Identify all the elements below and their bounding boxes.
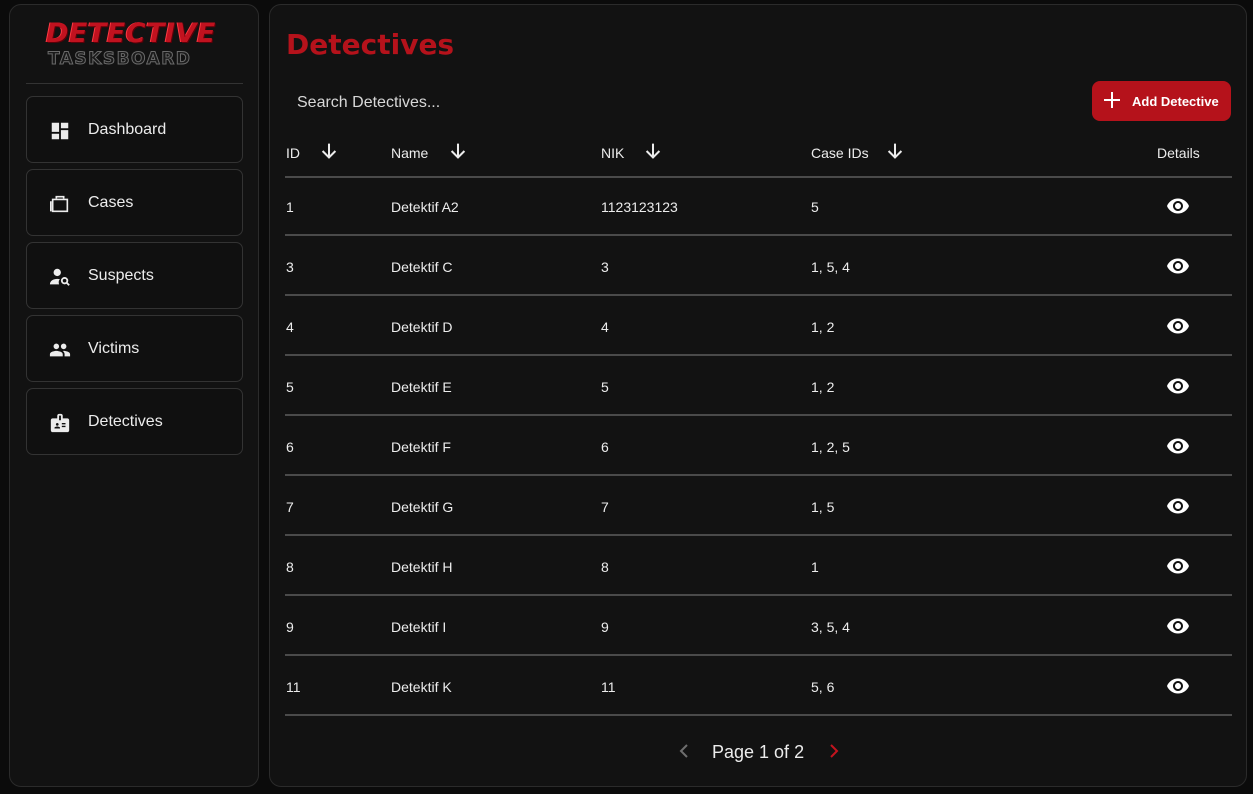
search-input[interactable] [286, 85, 986, 121]
cell-case-ids: 5, 6 [811, 679, 835, 695]
sort-arrow-down-icon[interactable] [884, 140, 906, 162]
badge-icon [50, 413, 70, 433]
pagination-next-icon[interactable] [824, 741, 844, 761]
cell-nik: 6 [601, 439, 609, 455]
cell-id: 5 [286, 379, 294, 395]
sort-arrow-down-icon[interactable] [642, 140, 664, 162]
sidebar-item-dashboard[interactable]: Dashboard [26, 96, 243, 163]
cell-nik: 9 [601, 619, 609, 635]
column-header-name: Name [391, 145, 429, 161]
cell-case-ids: 1, 2, 5 [811, 439, 850, 455]
main-panel: Detectives Add Detective ID Name NIK Cas… [269, 4, 1247, 787]
cell-nik: 4 [601, 319, 609, 335]
sidebar-item-suspects[interactable]: Suspects [26, 242, 243, 309]
column-header-details: Details [1157, 145, 1200, 161]
cell-case-ids: 5 [811, 199, 819, 215]
add-detective-label: Add Detective [1132, 93, 1219, 109]
cell-name: Detektif K [391, 679, 452, 695]
row-divider [285, 234, 1232, 236]
cell-case-ids: 1 [811, 559, 819, 575]
add-detective-button[interactable]: Add Detective [1092, 81, 1231, 121]
cell-id: 6 [286, 439, 294, 455]
row-divider [285, 414, 1232, 416]
page-title: Detectives [286, 28, 455, 61]
dashboard-icon [51, 122, 69, 140]
row-divider [285, 654, 1232, 656]
sidebar-item-label: Suspects [88, 266, 154, 284]
cell-name: Detektif G [391, 499, 454, 515]
view-details-eye-icon[interactable] [1166, 254, 1190, 278]
sidebar-item-label: Victims [88, 339, 140, 357]
sidebar-item-label: Dashboard [88, 120, 167, 138]
sort-arrow-down-icon[interactable] [447, 140, 469, 162]
cell-id: 9 [286, 619, 294, 635]
cell-case-ids: 1, 5 [811, 499, 835, 515]
plus-icon [1104, 92, 1120, 108]
logo-title: DETECTIVE [46, 18, 216, 49]
row-divider [285, 714, 1232, 716]
cell-nik: 3 [601, 259, 609, 275]
people-icon [49, 343, 71, 357]
row-divider [285, 294, 1232, 296]
cell-case-ids: 1, 5, 4 [811, 259, 850, 275]
view-details-eye-icon[interactable] [1166, 194, 1190, 218]
cell-nik: 7 [601, 499, 609, 515]
app-logo[interactable]: DETECTIVE TASKSBOARD [46, 19, 215, 73]
logo-subtitle: TASKSBOARD [47, 49, 192, 70]
cell-nik: 8 [601, 559, 609, 575]
row-divider [285, 354, 1232, 356]
row-divider [285, 534, 1232, 536]
column-header-id: ID [286, 145, 300, 161]
sidebar-item-detectives[interactable]: Detectives [26, 388, 243, 455]
view-details-eye-icon[interactable] [1166, 434, 1190, 458]
cell-case-ids: 1, 2 [811, 379, 835, 395]
cell-name: Detektif E [391, 379, 452, 395]
view-details-eye-icon[interactable] [1166, 374, 1190, 398]
cell-name: Detektif F [391, 439, 451, 455]
view-details-eye-icon[interactable] [1166, 314, 1190, 338]
cell-nik: 11 [601, 679, 616, 695]
cell-name: Detektif I [391, 619, 447, 635]
cell-id: 1 [286, 199, 294, 215]
row-divider [285, 594, 1232, 596]
sidebar-item-cases[interactable]: Cases [26, 169, 243, 236]
view-details-eye-icon[interactable] [1166, 614, 1190, 638]
sort-arrow-down-icon[interactable] [318, 140, 340, 162]
view-details-eye-icon[interactable] [1166, 554, 1190, 578]
cell-name: Detektif H [391, 559, 453, 575]
column-header-case-ids: Case IDs [811, 145, 869, 161]
cell-id: 8 [286, 559, 294, 575]
sidebar-item-label: Detectives [88, 412, 163, 430]
row-divider [285, 474, 1232, 476]
pagination-prev-icon[interactable] [674, 741, 694, 761]
cell-case-ids: 3, 5, 4 [811, 619, 850, 635]
cell-id: 11 [286, 679, 301, 695]
sidebar: DETECTIVE TASKSBOARD Dashboard Cases Sus… [9, 4, 259, 787]
table-divider [285, 176, 1232, 178]
sidebar-item-label: Cases [88, 193, 134, 211]
cell-name: Detektif C [391, 259, 453, 275]
briefcase-icon [50, 195, 69, 213]
cell-name: Detektif D [391, 319, 453, 335]
column-header-nik: NIK [601, 145, 625, 161]
cell-case-ids: 1, 2 [811, 319, 835, 335]
cell-nik: 1123123123 [601, 199, 678, 215]
cell-id: 7 [286, 499, 294, 515]
view-details-eye-icon[interactable] [1166, 674, 1190, 698]
view-details-eye-icon[interactable] [1166, 494, 1190, 518]
cell-id: 4 [286, 319, 294, 335]
person-search-icon [49, 268, 70, 286]
cell-nik: 5 [601, 379, 609, 395]
cell-id: 3 [286, 259, 294, 275]
cell-name: Detektif A2 [391, 199, 459, 215]
pagination-text: Page 1 of 2 [712, 742, 805, 762]
sidebar-item-victims[interactable]: Victims [26, 315, 243, 382]
sidebar-divider [26, 83, 243, 84]
